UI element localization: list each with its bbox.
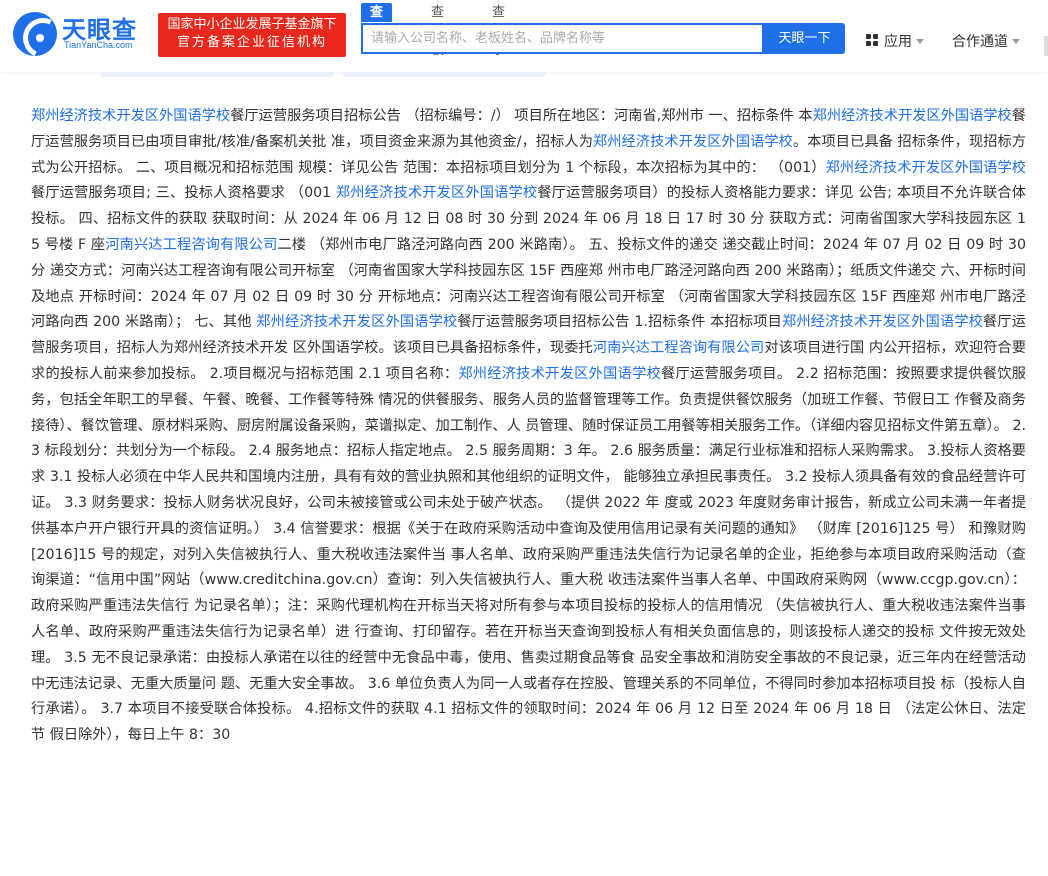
entity-link[interactable]: 郑州经济技术开发区外国语学校 — [782, 314, 983, 330]
badge-line-2: 官方备案企业征信机构 — [176, 35, 327, 50]
entity-link[interactable]: 河南兴达工程咨询有限公司 — [593, 340, 764, 356]
site-header: 天眼查 TianYanCha.com 国家中小企业发展子基金旗下 官方备案企业征… — [0, 0, 1048, 72]
announcement-text: 餐厅运营服务项目; 三、投标人资格要求 （001 — [31, 185, 336, 202]
entity-link[interactable]: 郑州经济技术开发区外国语学校 — [826, 160, 1026, 176]
entity-link[interactable]: 河南兴达工程咨询有限公司 — [105, 237, 277, 253]
announcement-text: 餐厅运营服务项目招标公告 1.招标条件 本招标项目 — [457, 314, 782, 331]
announcement-text: 餐厅运营服务项目。 2.2 招标范围：按照要求提供餐饮服务，包括全年职工的早餐、… — [31, 365, 1026, 744]
search-input[interactable] — [363, 25, 759, 52]
badge-line-1: 国家中小企业发展子基金旗下 — [167, 17, 337, 32]
apps-grid-icon — [866, 34, 879, 47]
subtab-strip-2[interactable] — [343, 72, 546, 77]
nav-partner[interactable]: 合作通道 — [952, 31, 1020, 51]
announcement-text: 餐厅运营服务项目招标公告 （招标编号：/） 项目所在地区：河南省,郑州市 一、招… — [230, 108, 813, 124]
entity-link[interactable]: 郑州经济技术开发区外国语学校 — [336, 185, 537, 201]
entity-link[interactable]: 郑州经济技术开发区外国语学校 — [813, 108, 1012, 124]
subtab-strip-1[interactable] — [101, 72, 334, 77]
tab-boss[interactable]: 查老板 — [431, 3, 444, 58]
entity-link[interactable]: 郑州经济技术开发区外国语学校 — [458, 366, 661, 382]
chevron-down-icon — [1012, 39, 1020, 44]
nav-apps-label: 应用 — [884, 34, 912, 50]
entity-link[interactable]: 郑州经济技术开发区外国语学校 — [256, 314, 457, 330]
search-button[interactable]: 天眼一下 — [764, 23, 845, 54]
nav-partner-label: 合作通道 — [952, 34, 1008, 50]
tab-company[interactable]: 查公司 — [361, 3, 393, 58]
entity-link[interactable]: 郑州经济技术开发区外国语学校 — [593, 134, 793, 150]
chevron-down-icon — [916, 39, 924, 44]
header-edge-control — [1044, 36, 1048, 56]
search-box — [361, 23, 764, 54]
official-badge: 国家中小企业发展子基金旗下 官方备案企业征信机构 — [158, 13, 346, 57]
nav-apps[interactable]: 应用 — [866, 31, 924, 51]
announcement-body: 郑州经济技术开发区外国语学校餐厅运营服务项目招标公告 （招标编号：/） 项目所在… — [31, 104, 1026, 749]
tianyancha-logo-icon[interactable] — [13, 12, 57, 56]
tab-relation[interactable]: 查关系 — [492, 3, 505, 58]
logo-subtitle: TianYanCha.com — [64, 40, 133, 50]
entity-link[interactable]: 郑州经济技术开发区外国语学校 — [31, 108, 230, 124]
